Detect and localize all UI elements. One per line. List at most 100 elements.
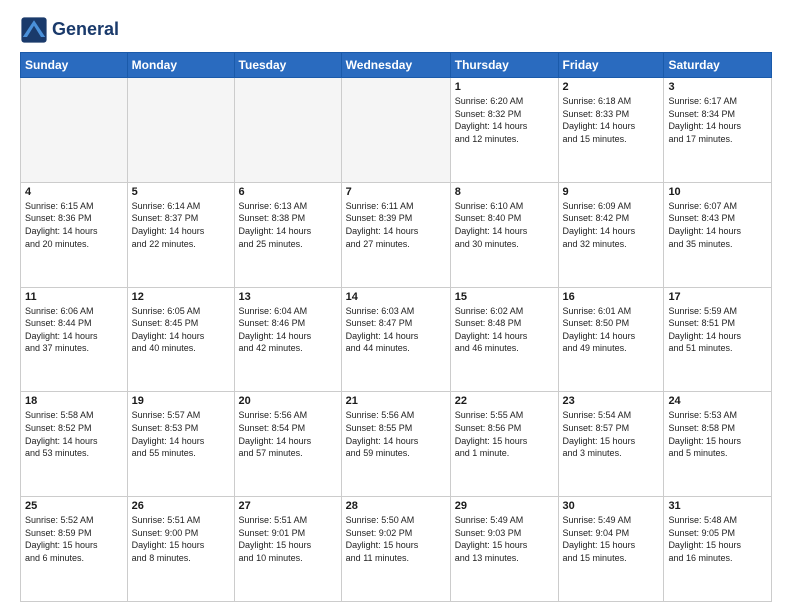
day-info: Sunrise: 6:09 AMSunset: 8:42 PMDaylight:… (563, 200, 660, 250)
day-info: Sunrise: 5:52 AMSunset: 8:59 PMDaylight:… (25, 514, 123, 564)
day-cell-empty-0-1 (127, 78, 234, 183)
header-thursday: Thursday (450, 53, 558, 78)
day-number: 3 (668, 81, 767, 93)
day-cell-28: 28 Sunrise: 5:50 AMSunset: 9:02 PMDayligh… (341, 497, 450, 602)
day-info: Sunrise: 6:15 AMSunset: 8:36 PMDaylight:… (25, 200, 123, 250)
day-info: Sunrise: 6:05 AMSunset: 8:45 PMDaylight:… (132, 305, 230, 355)
day-cell-7: 7Sunrise: 6:11 AMSunset: 8:39 PMDaylight… (341, 182, 450, 287)
day-info: Sunrise: 6:01 AMSunset: 8:50 PMDaylight:… (563, 305, 660, 355)
day-info: Sunrise: 5:57 AMSunset: 8:53 PMDaylight:… (132, 409, 230, 459)
day-number: 28 (346, 500, 446, 512)
day-cell-15: 15 Sunrise: 6:02 AMSunset: 8:48 PMDayligh… (450, 287, 558, 392)
logo-text: General (52, 20, 119, 40)
week-row-3: 18 Sunrise: 5:58 AMSunset: 8:52 PMDayligh… (21, 392, 772, 497)
day-number: 15 (455, 291, 554, 303)
day-number: 7 (346, 186, 446, 198)
day-info: Sunrise: 6:06 AMSunset: 8:44 PMDaylight:… (25, 305, 123, 355)
day-cell-30: 30 Sunrise: 5:49 AMSunset: 9:04 PMDayligh… (558, 497, 664, 602)
day-number: 2 (563, 81, 660, 93)
day-cell-24: 24 Sunrise: 5:53 AMSunset: 8:58 PMDayligh… (664, 392, 772, 497)
calendar-body: 1 Sunrise: 6:20 AMSunset: 8:32 PMDaylight… (21, 78, 772, 602)
day-number: 21 (346, 395, 446, 407)
calendar-table: Sunday Monday Tuesday Wednesday Thursday… (20, 52, 772, 602)
day-number: 12 (132, 291, 230, 303)
day-number: 9 (563, 186, 660, 198)
day-cell-18: 18 Sunrise: 5:58 AMSunset: 8:52 PMDayligh… (21, 392, 128, 497)
day-info: Sunrise: 5:49 AMSunset: 9:04 PMDaylight:… (563, 514, 660, 564)
day-number: 30 (563, 500, 660, 512)
day-number: 6 (239, 186, 337, 198)
day-info: Sunrise: 5:50 AMSunset: 9:02 PMDaylight:… (346, 514, 446, 564)
day-info: Sunrise: 5:58 AMSunset: 8:52 PMDaylight:… (25, 409, 123, 459)
week-row-4: 25 Sunrise: 5:52 AMSunset: 8:59 PMDayligh… (21, 497, 772, 602)
day-cell-5: 5Sunrise: 6:14 AMSunset: 8:37 PMDaylight… (127, 182, 234, 287)
day-info: Sunrise: 5:55 AMSunset: 8:56 PMDaylight:… (455, 409, 554, 459)
day-info: Sunrise: 5:56 AMSunset: 8:55 PMDaylight:… (346, 409, 446, 459)
day-number: 4 (25, 186, 123, 198)
header-tuesday: Tuesday (234, 53, 341, 78)
day-cell-17: 17 Sunrise: 5:59 AMSunset: 8:51 PMDayligh… (664, 287, 772, 392)
day-info: Sunrise: 6:18 AMSunset: 8:33 PMDaylight:… (563, 95, 660, 145)
day-info: Sunrise: 5:53 AMSunset: 8:58 PMDaylight:… (668, 409, 767, 459)
header-sunday: Sunday (21, 53, 128, 78)
day-number: 17 (668, 291, 767, 303)
day-cell-20: 20 Sunrise: 5:56 AMSunset: 8:54 PMDayligh… (234, 392, 341, 497)
day-cell-14: 14 Sunrise: 6:03 AMSunset: 8:47 PMDayligh… (341, 287, 450, 392)
day-cell-29: 29 Sunrise: 5:49 AMSunset: 9:03 PMDayligh… (450, 497, 558, 602)
day-number: 11 (25, 291, 123, 303)
header-wednesday: Wednesday (341, 53, 450, 78)
day-info: Sunrise: 6:07 AMSunset: 8:43 PMDaylight:… (668, 200, 767, 250)
day-cell-26: 26 Sunrise: 5:51 AMSunset: 9:00 PMDayligh… (127, 497, 234, 602)
day-info: Sunrise: 5:59 AMSunset: 8:51 PMDaylight:… (668, 305, 767, 355)
day-number: 26 (132, 500, 230, 512)
week-row-0: 1 Sunrise: 6:20 AMSunset: 8:32 PMDaylight… (21, 78, 772, 183)
day-cell-19: 19Sunrise: 5:57 AMSunset: 8:53 PMDayligh… (127, 392, 234, 497)
day-info: Sunrise: 5:48 AMSunset: 9:05 PMDaylight:… (668, 514, 767, 564)
day-info: Sunrise: 6:02 AMSunset: 8:48 PMDaylight:… (455, 305, 554, 355)
page: General Sunday Monday Tuesday Wednesday … (0, 0, 792, 612)
day-cell-3: 3Sunrise: 6:17 AMSunset: 8:34 PMDaylight… (664, 78, 772, 183)
day-cell-25: 25 Sunrise: 5:52 AMSunset: 8:59 PMDayligh… (21, 497, 128, 602)
day-number: 1 (455, 81, 554, 93)
day-info: Sunrise: 5:51 AMSunset: 9:00 PMDaylight:… (132, 514, 230, 564)
day-cell-13: 13Sunrise: 6:04 AMSunset: 8:46 PMDayligh… (234, 287, 341, 392)
day-number: 24 (668, 395, 767, 407)
day-cell-2: 2 Sunrise: 6:18 AMSunset: 8:33 PMDaylight… (558, 78, 664, 183)
day-cell-4: 4 Sunrise: 6:15 AMSunset: 8:36 PMDaylight… (21, 182, 128, 287)
day-info: Sunrise: 5:49 AMSunset: 9:03 PMDaylight:… (455, 514, 554, 564)
day-cell-11: 11 Sunrise: 6:06 AMSunset: 8:44 PMDayligh… (21, 287, 128, 392)
day-number: 18 (25, 395, 123, 407)
day-info: Sunrise: 6:13 AMSunset: 8:38 PMDaylight:… (239, 200, 337, 250)
day-cell-23: 23Sunrise: 5:54 AMSunset: 8:57 PMDayligh… (558, 392, 664, 497)
day-info: Sunrise: 6:03 AMSunset: 8:47 PMDaylight:… (346, 305, 446, 355)
header: General (20, 16, 772, 44)
header-saturday: Saturday (664, 53, 772, 78)
day-number: 14 (346, 291, 446, 303)
day-info: Sunrise: 5:56 AMSunset: 8:54 PMDaylight:… (239, 409, 337, 459)
day-number: 31 (668, 500, 767, 512)
day-cell-8: 8Sunrise: 6:10 AMSunset: 8:40 PMDaylight… (450, 182, 558, 287)
day-number: 23 (563, 395, 660, 407)
day-info: Sunrise: 6:20 AMSunset: 8:32 PMDaylight:… (455, 95, 554, 145)
week-row-1: 4 Sunrise: 6:15 AMSunset: 8:36 PMDaylight… (21, 182, 772, 287)
day-number: 10 (668, 186, 767, 198)
calendar-header: Sunday Monday Tuesday Wednesday Thursday… (21, 53, 772, 78)
day-info: Sunrise: 6:04 AMSunset: 8:46 PMDaylight:… (239, 305, 337, 355)
day-cell-12: 12 Sunrise: 6:05 AMSunset: 8:45 PMDayligh… (127, 287, 234, 392)
logo: General (20, 16, 119, 44)
day-number: 5 (132, 186, 230, 198)
weekday-header-row: Sunday Monday Tuesday Wednesday Thursday… (21, 53, 772, 78)
day-cell-6: 6 Sunrise: 6:13 AMSunset: 8:38 PMDaylight… (234, 182, 341, 287)
header-monday: Monday (127, 53, 234, 78)
week-row-2: 11 Sunrise: 6:06 AMSunset: 8:44 PMDayligh… (21, 287, 772, 392)
day-cell-27: 27Sunrise: 5:51 AMSunset: 9:01 PMDayligh… (234, 497, 341, 602)
day-cell-empty-0-2 (234, 78, 341, 183)
day-cell-1: 1 Sunrise: 6:20 AMSunset: 8:32 PMDaylight… (450, 78, 558, 183)
day-number: 27 (239, 500, 337, 512)
day-cell-16: 16Sunrise: 6:01 AMSunset: 8:50 PMDayligh… (558, 287, 664, 392)
day-number: 25 (25, 500, 123, 512)
day-cell-empty-0-0 (21, 78, 128, 183)
day-cell-22: 22Sunrise: 5:55 AMSunset: 8:56 PMDayligh… (450, 392, 558, 497)
day-number: 29 (455, 500, 554, 512)
day-number: 20 (239, 395, 337, 407)
